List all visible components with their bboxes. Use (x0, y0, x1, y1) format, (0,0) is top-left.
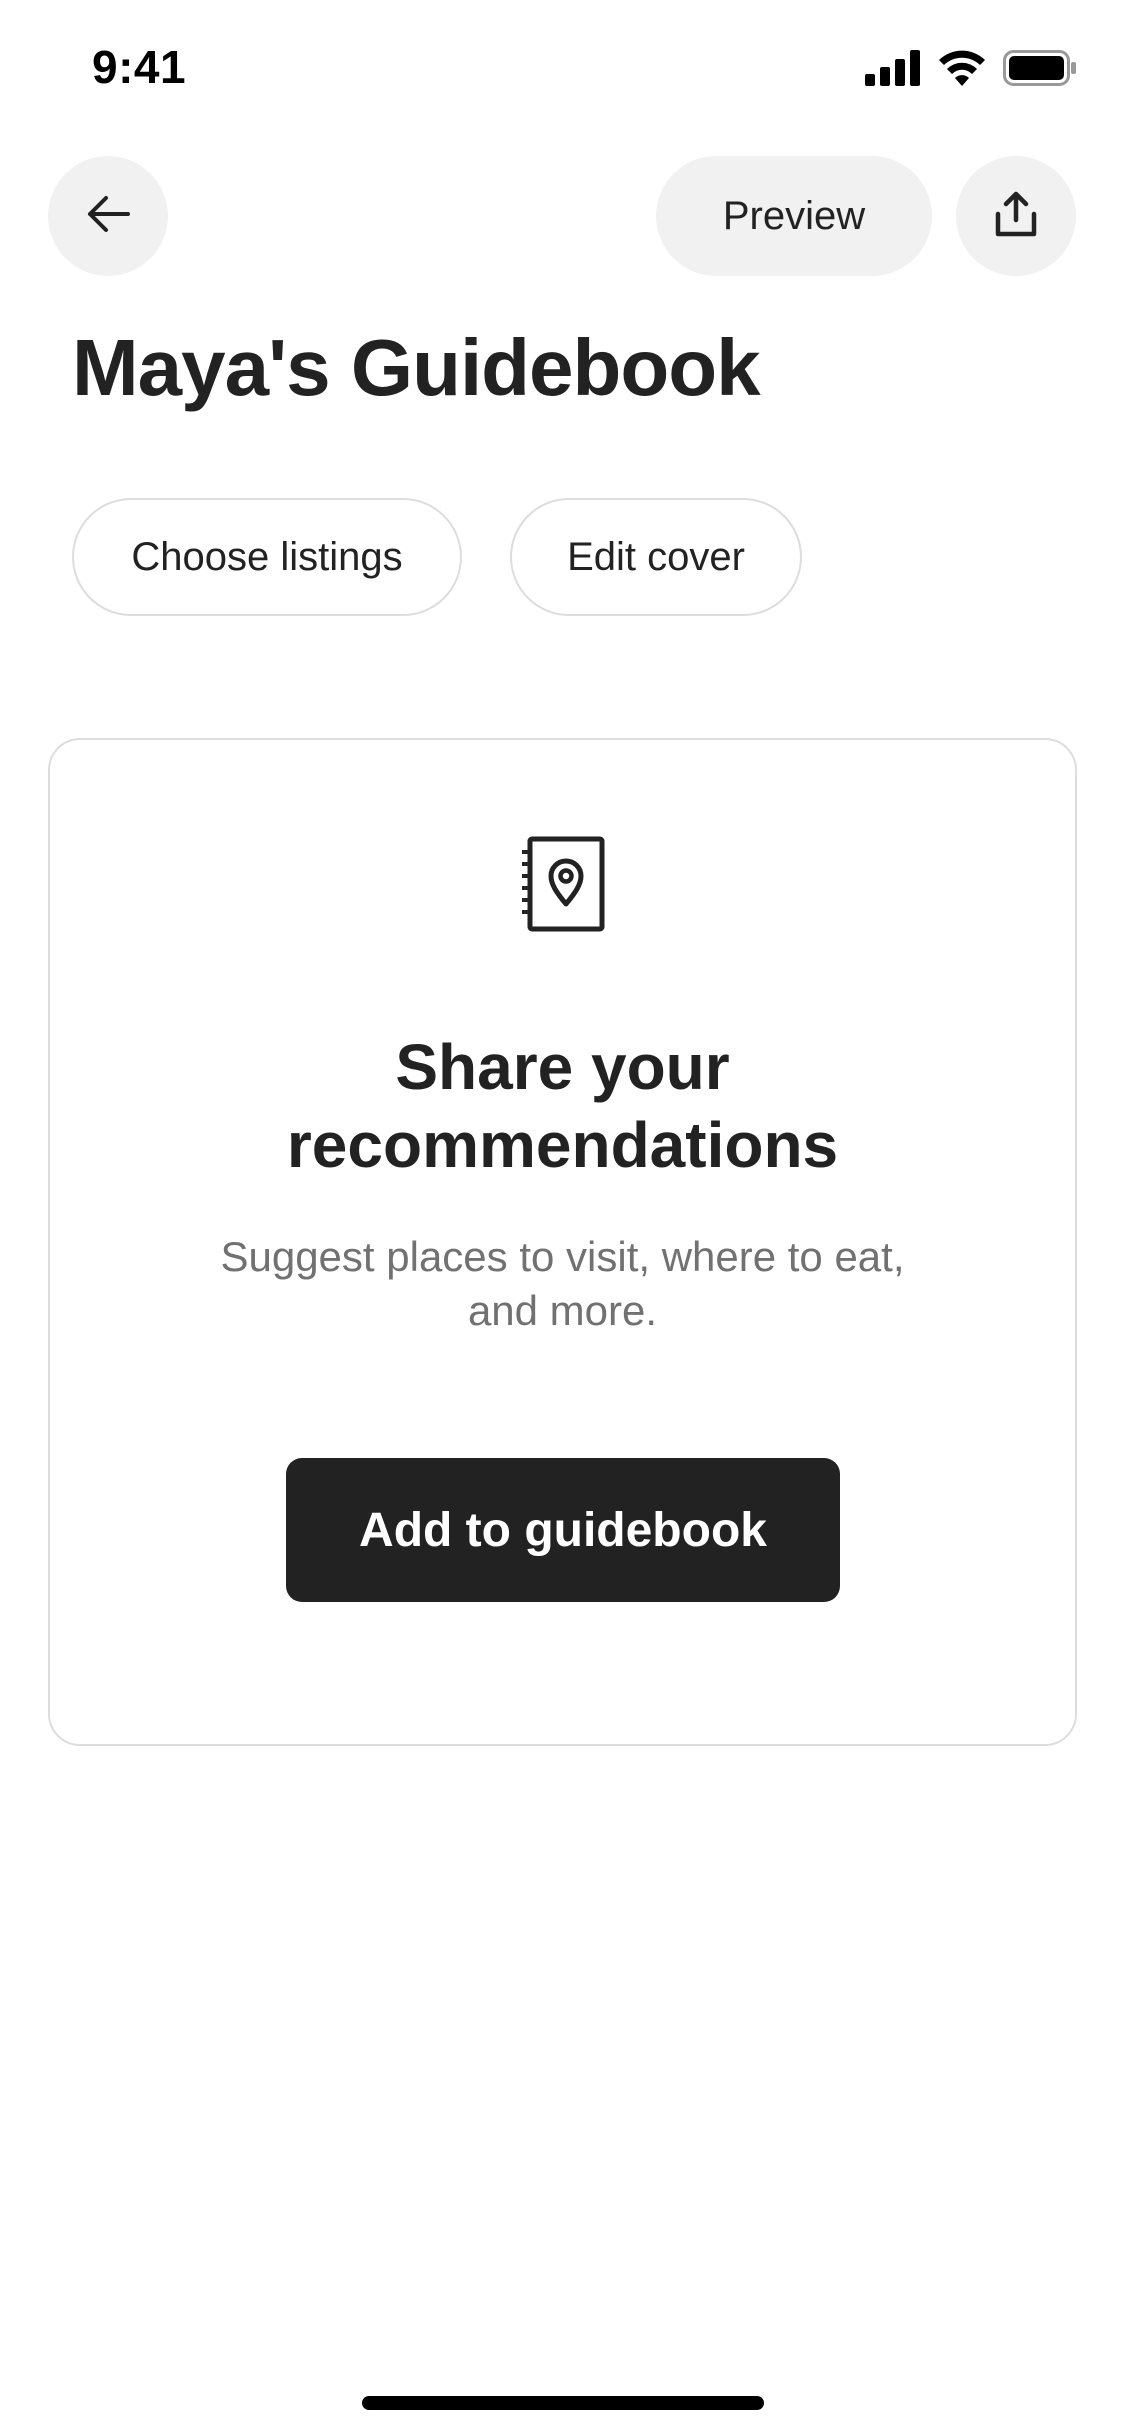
arrow-left-icon (84, 194, 132, 239)
edit-cover-button[interactable]: Edit cover (510, 498, 802, 616)
empty-state-card: Share your recommendations Suggest place… (48, 738, 1077, 1746)
cellular-signal-icon (865, 49, 921, 91)
home-indicator (362, 2396, 764, 2410)
status-bar-icons (865, 48, 1077, 92)
share-button[interactable] (956, 156, 1076, 276)
battery-icon (1003, 49, 1077, 91)
guidebook-location-icon (520, 836, 606, 932)
wifi-icon (937, 50, 987, 91)
add-to-guidebook-button[interactable]: Add to guidebook (286, 1458, 840, 1602)
page-title: Maya's Guidebook (72, 323, 761, 412)
card-subtitle: Suggest places to visit, where to eat, a… (220, 1233, 905, 1334)
choose-listings-button[interactable]: Choose listings (72, 498, 462, 616)
share-upload-icon (994, 190, 1038, 243)
status-bar-time: 9:41 (92, 41, 187, 93)
back-button[interactable] (48, 156, 168, 276)
card-title: Share your recommendations (286, 1031, 839, 1181)
preview-button[interactable]: Preview (656, 156, 932, 276)
